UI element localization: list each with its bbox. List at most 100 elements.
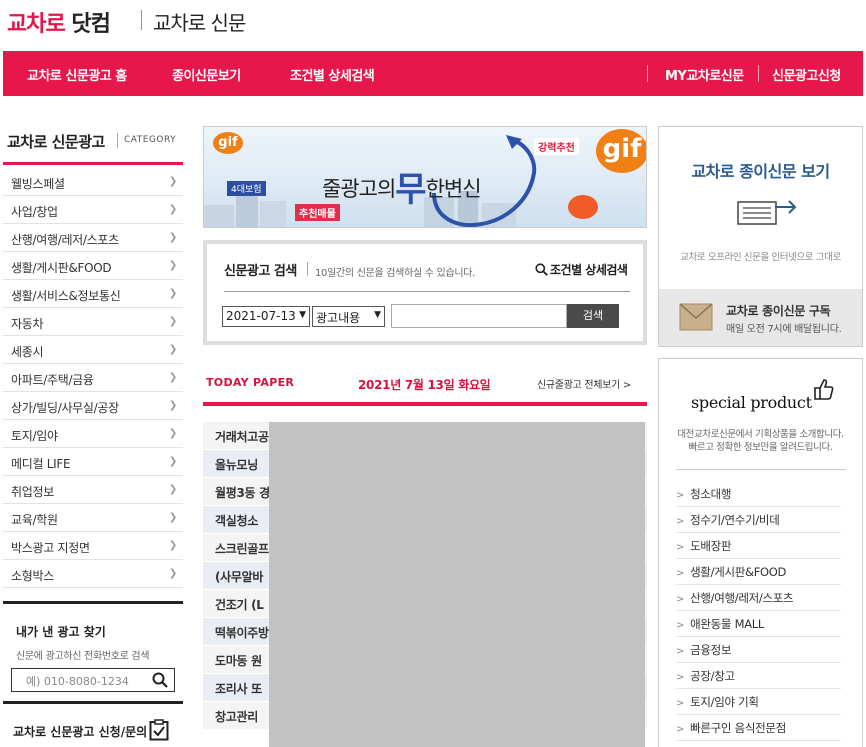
chevron-down-icon: ▼: [299, 310, 306, 320]
ad-search-input[interactable]: [391, 304, 567, 328]
category-item[interactable]: 사업/창업 ❯: [3, 196, 183, 224]
paper-view-desc: 교차로 오프라인 신문을 인터넷으로 그대로: [680, 252, 841, 263]
chevron-right-icon: >: [676, 542, 685, 553]
paper-view-box[interactable]: 교차로 종이신문 보기 교차로 오프라인 신문을 인터넷으로 그대로: [658, 126, 863, 289]
chevron-right-icon: >: [676, 490, 685, 501]
category-label: 박스광고 지정면: [11, 541, 90, 555]
category-label: 자동차: [11, 317, 44, 331]
category-item[interactable]: 메디컬 LIFE ❯: [3, 448, 183, 476]
category-label: 생활/게시판&FOOD: [11, 261, 112, 275]
special-product-item[interactable]: > 토지/임야 기획: [676, 689, 841, 715]
ad-search-title: 신문광고 검색: [224, 264, 297, 279]
special-product-item[interactable]: > 청소대행: [676, 481, 841, 507]
checklist-icon: [149, 719, 169, 745]
category-label: 토지/임야: [11, 429, 58, 443]
search-icon: [535, 263, 548, 276]
search-type-value: 광고내용: [316, 311, 361, 325]
category-item[interactable]: 생활/서비스&정보통신 ❯: [3, 280, 183, 308]
special-product-label: 토지/임야 기획: [690, 695, 759, 709]
category-item[interactable]: 아파트/주택/금융 ❯: [3, 364, 183, 392]
ad-apply-title[interactable]: 교차로 신문광고 신청/문의: [13, 723, 147, 740]
ad-search-box: 신문광고 검색 10일간의 신문을 검색하실 수 있습니다. 조건별 상세검색 …: [203, 240, 647, 345]
category-item[interactable]: 소형박스 ❯: [3, 560, 183, 588]
special-product-list: > 청소대행 > 정수기/연수기/비데 > 도배장판 > 생활/게시판&FOOD > 산행…: [676, 481, 841, 741]
advanced-search-label: 조건별 상세검색: [550, 263, 628, 277]
paper-view-title[interactable]: 교차로 종이신문 보기: [659, 158, 862, 182]
special-product-box: special product 대전교차로신문에서 기획상품을 소개합니다. 빠…: [658, 358, 863, 747]
redaction-overlay: [269, 422, 645, 747]
newspaper-arrow-icon: [737, 200, 797, 225]
find-my-ad-desc: 신문에 광고하신 전화번호로 검색: [16, 651, 150, 662]
category-item[interactable]: 상가/빌딩/사무실/공장 ❯: [3, 392, 183, 420]
chevron-down-icon: ▼: [374, 310, 381, 320]
logo-dot-text: 닷컴: [71, 12, 110, 37]
phone-search-input[interactable]: 예) 010-8080-1234: [11, 668, 175, 692]
promo-banner[interactable]: gif gif 4대보험 줄광고의무한변신 강력추천 추천매물: [203, 126, 647, 228]
main-nav: 교차로 신문광고 홈 종이신문보기 조건별 상세검색 MY교차로신문 신문광고신…: [3, 51, 863, 96]
banner-tag-insurance: 4대보험: [227, 181, 266, 196]
advanced-search-link[interactable]: 조건별 상세검색: [535, 261, 628, 278]
ad-search-button[interactable]: 검색: [567, 304, 619, 328]
gif-badge-large: gif: [596, 129, 646, 173]
today-paper-header: TODAY PAPER 2021년 7월 13일 화요일 신규줄광고 전체보기 …: [203, 358, 647, 406]
chevron-right-icon: ❯: [168, 512, 177, 523]
category-underline: [3, 162, 183, 165]
category-label: 취업정보: [11, 485, 54, 499]
special-product-item[interactable]: > 도배장판: [676, 533, 841, 559]
thumbs-up-icon: [814, 379, 834, 400]
category-heading-en: CATEGORY: [124, 135, 177, 145]
special-product-item[interactable]: > 생활/게시판&FOOD: [676, 559, 841, 585]
category-label: 아파트/주택/금융: [11, 373, 94, 387]
nav-item-my-kyocharo[interactable]: MY교차로신문: [665, 65, 744, 84]
subscribe-box[interactable]: 교차로 종이신문 구독 매일 오전 7시에 배달됩니다.: [658, 289, 863, 347]
banner-headline-emphasis: 무: [395, 170, 426, 210]
subscribe-title: 교차로 종이신문 구독: [726, 304, 831, 318]
special-product-desc-line: 대전교차로신문에서 기획상품을 소개합니다.: [677, 429, 844, 440]
date-select[interactable]: 2021-07-13 ▼: [222, 306, 310, 327]
category-item[interactable]: 산행/여행/레저/스포츠 ❯: [3, 224, 183, 252]
special-product-item[interactable]: > 산행/여행/레저/스포츠: [676, 585, 841, 611]
category-label: 소형박스: [11, 569, 54, 583]
envelope-icon: [679, 303, 713, 331]
category-item[interactable]: 토지/임야 ❯: [3, 420, 183, 448]
special-product-item[interactable]: > 애완동물 MALL: [676, 611, 841, 637]
nav-item-paper-view[interactable]: 종이신문보기: [172, 65, 241, 84]
category-item[interactable]: 웰빙스페셜 ❯: [3, 168, 183, 196]
nav-divider: [647, 65, 648, 82]
special-product-item[interactable]: > 금융정보: [676, 637, 841, 663]
nav-item-home[interactable]: 교차로 신문광고 홈: [27, 65, 127, 84]
category-list: 웰빙스페셜 ❯ 사업/창업 ❯ 산행/여행/레저/스포츠 ❯ 생활/게시판&FOOD ❯…: [3, 168, 183, 588]
view-all-ads-link[interactable]: 신규줄광고 전체보기 >: [537, 376, 631, 391]
chevron-right-icon: ❯: [168, 288, 177, 299]
category-item[interactable]: 취업정보 ❯: [3, 476, 183, 504]
chevron-right-icon: >: [676, 724, 685, 735]
banner-headline-pre: 줄광고의: [322, 177, 396, 201]
site-header: 교차로 닷컴 교차로 신문: [0, 0, 866, 50]
banner-tag-strong: 강력추천: [534, 138, 579, 155]
category-label: 세종시: [11, 345, 44, 359]
special-product-divider: [676, 469, 846, 470]
nav-divider: [758, 65, 759, 82]
category-item[interactable]: 박스광고 지정면 ❯: [3, 532, 183, 560]
search-icon[interactable]: [152, 672, 168, 691]
chevron-right-icon: ❯: [168, 400, 177, 411]
nav-item-ad-apply[interactable]: 신문광고신청: [772, 65, 841, 84]
chevron-right-icon: >: [676, 646, 685, 657]
special-product-item[interactable]: > 정수기/연수기/비데: [676, 507, 841, 533]
site-logo[interactable]: 교차로 닷컴: [7, 6, 111, 38]
search-type-select[interactable]: 광고내용 ▼: [312, 306, 385, 327]
category-item[interactable]: 생활/게시판&FOOD ❯: [3, 252, 183, 280]
category-item[interactable]: 세종시 ❯: [3, 336, 183, 364]
logo-subtitle[interactable]: 교차로 신문: [153, 7, 246, 36]
special-product-label: 애완동물 MALL: [690, 617, 764, 631]
logo-divider: [141, 10, 142, 30]
chevron-right-icon: ❯: [168, 260, 177, 271]
category-label: 생활/서비스&정보통신: [11, 289, 121, 303]
nav-item-detailed-search[interactable]: 조건별 상세검색: [290, 65, 375, 84]
special-product-item[interactable]: > 공장/창고: [676, 663, 841, 689]
category-item[interactable]: 교육/학원 ❯: [3, 504, 183, 532]
special-product-item[interactable]: > 빠른구인 음식전문점: [676, 715, 841, 741]
banner-headline: 줄광고의무한변신: [322, 157, 482, 210]
category-item[interactable]: 자동차 ❯: [3, 308, 183, 336]
ad-apply-box[interactable]: 교차로 신문광고 신청/문의: [3, 701, 183, 741]
